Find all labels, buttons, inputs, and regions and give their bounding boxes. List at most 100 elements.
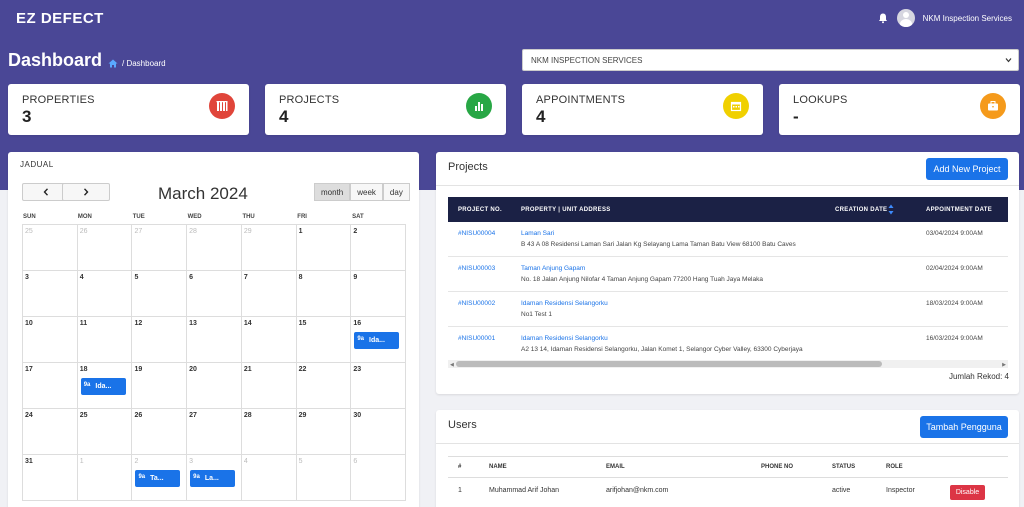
calendar-day[interactable]: 4 xyxy=(240,455,296,501)
day-number: 2 xyxy=(353,228,358,235)
sort-icon[interactable] xyxy=(888,204,894,215)
stat-card-lookups[interactable]: LOOKUPS - xyxy=(779,84,1020,135)
calendar-day[interactable]: 2 9a Ta... xyxy=(131,455,187,501)
day-number: 14 xyxy=(243,320,252,327)
unit-address: A2 13 14, Idaman Residensi Selangorku, J… xyxy=(521,346,803,353)
calendar-day[interactable]: 28 xyxy=(186,225,241,271)
calendar-day[interactable]: 30 xyxy=(350,409,407,455)
property-name[interactable]: Idaman Residensi Selangorku xyxy=(521,300,608,307)
view-day-button[interactable]: day xyxy=(382,183,410,201)
user-name[interactable]: NKM Inspection Services xyxy=(923,14,1012,23)
calendar-event[interactable]: 9a Ta... xyxy=(135,470,181,487)
calendar-day[interactable]: 28 xyxy=(240,409,296,455)
day-number: 5 xyxy=(298,458,303,465)
calendar-day[interactable]: 12 xyxy=(131,317,187,363)
chevron-left-icon xyxy=(43,188,49,196)
column-creation-date[interactable]: CREATION DATE xyxy=(835,207,887,213)
scroll-left-arrow[interactable]: ◀ xyxy=(450,362,454,368)
calendar-title: JADUAL xyxy=(20,160,54,169)
column-project-no[interactable]: PROJECT NO. xyxy=(458,207,502,213)
calendar-event[interactable]: 9a Ida... xyxy=(354,332,400,349)
day-number: 22 xyxy=(298,366,307,373)
calendar-day[interactable]: 29 xyxy=(295,409,351,455)
calendar-day[interactable]: 1 xyxy=(295,225,351,271)
calendar-day[interactable]: 22 xyxy=(295,363,351,409)
add-project-button[interactable]: Add New Project xyxy=(926,158,1008,180)
app-logo[interactable]: EZ DEFECT xyxy=(16,10,104,27)
property-name[interactable]: Idaman Residensi Selangorku xyxy=(521,335,608,342)
next-month-button[interactable] xyxy=(62,183,110,201)
calendar-day[interactable]: 29 xyxy=(240,225,296,271)
calendar-day[interactable]: 5 xyxy=(131,271,187,317)
calendar-day[interactable]: 23 xyxy=(350,363,407,409)
table-row[interactable]: #NISU00001 Idaman Residensi Selangorku A2 … xyxy=(448,327,1008,362)
calendar-day[interactable]: 14 xyxy=(240,317,296,363)
calendar-day[interactable]: 5 xyxy=(295,455,351,501)
calendar-day[interactable]: 19 xyxy=(131,363,187,409)
view-month-button[interactable]: month xyxy=(314,183,351,201)
calendar-day[interactable]: 18 9a Ida... xyxy=(76,363,132,409)
calendar-day[interactable]: 2 xyxy=(350,225,407,271)
calendar-day[interactable]: 25 xyxy=(22,225,77,271)
calendar-day[interactable]: 20 xyxy=(186,363,241,409)
calendar-week: 31 1 2 9a Ta... 3 9a La... 4 5 6 xyxy=(22,455,407,501)
property-name[interactable]: Taman Anjung Gapam xyxy=(521,265,585,272)
project-number[interactable]: #NISU00004 xyxy=(458,230,495,237)
disable-user-button[interactable]: Disable xyxy=(950,485,985,500)
company-select[interactable]: NKM INSPECTION SERVICES xyxy=(522,49,1019,71)
calendar-day[interactable]: 8 xyxy=(295,271,351,317)
day-number: 3 xyxy=(25,274,29,281)
calendar-day[interactable]: 3 9a La... xyxy=(186,455,241,501)
column-appointment-date[interactable]: APPOINTMENT DATE xyxy=(926,207,992,213)
bell-icon[interactable] xyxy=(877,12,889,24)
calendar-day[interactable]: 9 xyxy=(350,271,407,317)
scroll-right-arrow[interactable]: ▶ xyxy=(1002,362,1006,368)
calendar-day[interactable]: 17 xyxy=(22,363,77,409)
calendar-day[interactable]: 15 xyxy=(295,317,351,363)
calendar-day[interactable]: 26 xyxy=(131,409,187,455)
calendar-day[interactable]: 16 9a Ida... xyxy=(350,317,407,363)
stat-card-properties[interactable]: PROPERTIES 3 xyxy=(8,84,249,135)
calendar-day[interactable]: 1 xyxy=(76,455,132,501)
table-row[interactable]: #NISU00003 Taman Anjung Gapam No. 18 Jalan… xyxy=(448,257,1008,292)
home-icon[interactable] xyxy=(108,59,118,68)
calendar-day[interactable]: 3 xyxy=(22,271,77,317)
avatar[interactable] xyxy=(896,9,915,27)
calendar-day[interactable]: 21 xyxy=(240,363,296,409)
calendar-event[interactable]: 9a La... xyxy=(190,470,236,487)
calendar-event[interactable]: 9a Ida... xyxy=(80,378,126,395)
calendar-day[interactable]: 26 xyxy=(76,225,132,271)
calendar-day[interactable]: 10 xyxy=(22,317,77,363)
day-number: 3 xyxy=(189,458,194,465)
calendar-day[interactable]: 31 xyxy=(22,455,77,501)
project-number[interactable]: #NISU00003 xyxy=(458,265,495,272)
stat-card-projects[interactable]: PROJECTS 4 xyxy=(265,84,506,135)
scroll-thumb[interactable] xyxy=(456,361,882,367)
property-name[interactable]: Laman Sari xyxy=(521,230,554,237)
day-number: 19 xyxy=(134,366,143,373)
calendar-day[interactable]: 6 xyxy=(186,271,241,317)
table-row[interactable]: #NISU00002 Idaman Residensi Selangorku No1… xyxy=(448,292,1008,327)
breadcrumb-current: / Dashboard xyxy=(122,59,166,68)
calendar-day[interactable]: 11 xyxy=(76,317,132,363)
table-row[interactable]: #NISU00004 Laman Sari B 43 A 08 Residensi … xyxy=(448,222,1008,257)
view-week-button[interactable]: week xyxy=(350,183,383,201)
horizontal-scrollbar[interactable]: ◀ ▶ xyxy=(448,360,1008,368)
user-area: NKM Inspection Services xyxy=(877,9,1012,27)
column-property[interactable]: PROPERTY | UNIT ADDRESS xyxy=(521,207,611,213)
calendar-day[interactable]: 24 xyxy=(22,409,77,455)
calendar-day[interactable]: 27 xyxy=(186,409,241,455)
weekday-label: WED xyxy=(187,214,202,220)
calendar-day[interactable]: 13 xyxy=(186,317,241,363)
project-number[interactable]: #NISU00001 xyxy=(458,335,495,342)
event-time: 9a xyxy=(193,473,200,480)
stat-card-appointments[interactable]: APPOINTMENTS 4 xyxy=(522,84,763,135)
calendar-day[interactable]: 25 xyxy=(76,409,132,455)
calendar-day[interactable]: 4 xyxy=(76,271,132,317)
calendar-day[interactable]: 27 xyxy=(131,225,187,271)
calendar-day[interactable]: 6 xyxy=(350,455,407,501)
calendar-day[interactable]: 7 xyxy=(240,271,296,317)
project-number[interactable]: #NISU00002 xyxy=(458,300,495,307)
day-number: 8 xyxy=(298,274,303,281)
add-user-button[interactable]: Tambah Pengguna xyxy=(920,416,1008,438)
